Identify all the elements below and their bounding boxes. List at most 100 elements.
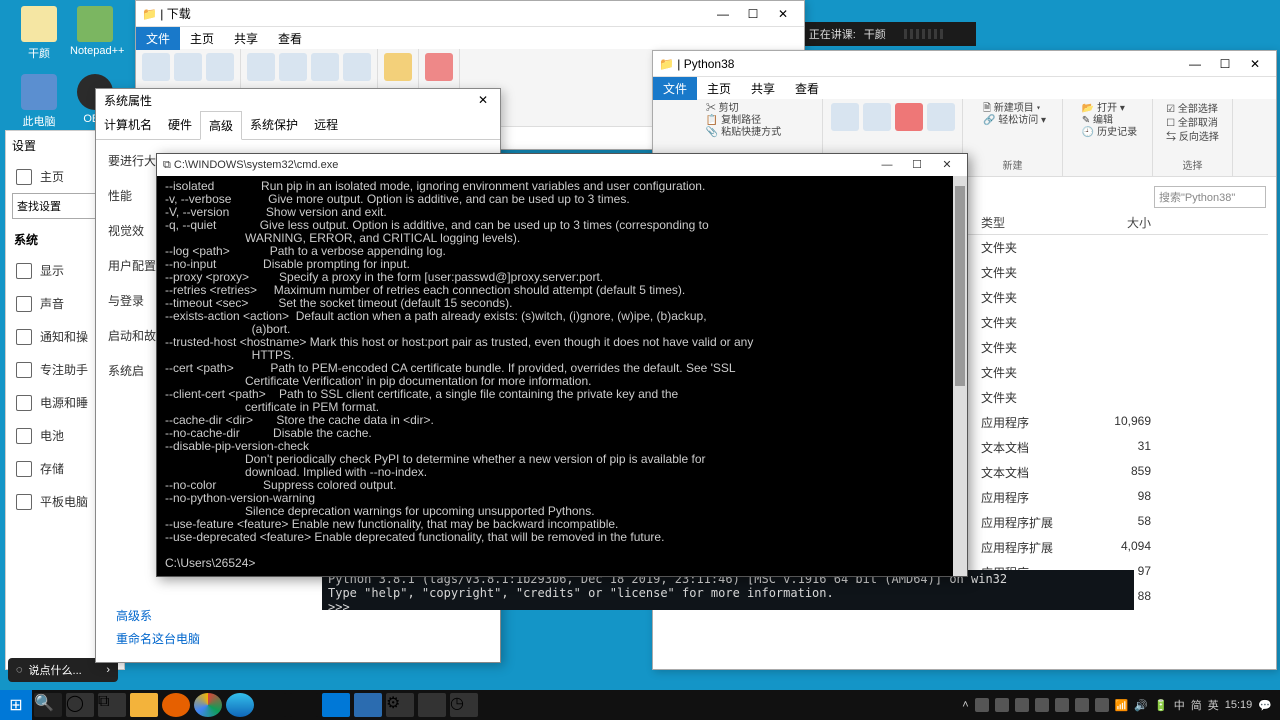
taskbar[interactable]: ⊞ 🔍 ◯ ⧉ ⚙ ◷ ˄ 📶 🔊 🔋 中 简 英 <box>0 690 1280 720</box>
taskbar-firefox[interactable] <box>162 693 190 717</box>
tab-view[interactable]: 查看 <box>268 27 312 50</box>
nav-label: 主页 <box>40 168 64 185</box>
tab-home[interactable]: 主页 <box>697 77 741 100</box>
tab-3[interactable]: 系统保护 <box>242 111 306 139</box>
scrollbar-thumb[interactable] <box>955 186 965 386</box>
titlebar[interactable]: ⧉ C:\WINDOWS\system32\cmd.exe — ☐ ✕ <box>157 154 967 176</box>
volume-icon[interactable]: 🔊 <box>1134 699 1148 712</box>
titlebar[interactable]: 📁 | Python38 — ☐ ✕ <box>653 51 1276 77</box>
col-size[interactable]: 大小 <box>1081 214 1161 231</box>
copypath-button[interactable]: 📋 复制路径 <box>706 115 781 127</box>
delete-icon[interactable] <box>311 53 339 81</box>
tray-icon[interactable] <box>975 698 989 712</box>
maximize-button[interactable]: ☐ <box>738 4 768 24</box>
tray-icon[interactable] <box>1075 698 1089 712</box>
tab-view[interactable]: 查看 <box>785 77 829 100</box>
moveto-icon[interactable] <box>247 53 275 81</box>
pasteshortcut-button[interactable]: 📎 粘贴快捷方式 <box>706 127 781 139</box>
system-tray[interactable]: ˄ 📶 🔊 🔋 中 简 英 15:19 💬 <box>962 697 1280 713</box>
tray-chevron[interactable]: ˄ <box>962 699 968 711</box>
newfolder-icon[interactable] <box>384 53 412 81</box>
speaking-bar: 🎤 正在讲课: 干颜 <box>775 22 976 46</box>
tab-file[interactable]: 文件 <box>136 27 180 50</box>
advanced-link[interactable]: 高级系 <box>116 607 200 624</box>
moveto-icon[interactable] <box>831 103 859 131</box>
taskbar-app3[interactable]: ◷ <box>450 693 478 717</box>
close-button[interactable]: ✕ <box>1240 54 1270 74</box>
tab-2[interactable]: 高级 <box>200 111 242 140</box>
tray-icon[interactable] <box>1095 698 1109 712</box>
invert-button[interactable]: ⇆ 反向选择 <box>1166 131 1219 145</box>
tab-0[interactable]: 计算机名 <box>96 111 160 139</box>
terminal-output[interactable]: --isolated Run pip in an isolated mode, … <box>157 176 967 576</box>
history-button[interactable]: 🕘 历史记录 <box>1082 127 1137 139</box>
taskbar-vscode[interactable] <box>322 693 350 717</box>
ime-indicator[interactable]: 中 <box>1174 697 1185 713</box>
search-input[interactable]: 搜索"Python38" <box>1154 186 1266 208</box>
selectall-button[interactable]: ☑ 全部选择 <box>1166 103 1219 117</box>
taskbar-app1[interactable] <box>354 693 382 717</box>
taskbar-search[interactable]: 🔍 <box>34 693 62 717</box>
taskbar-chrome[interactable] <box>194 693 222 717</box>
rename-pc-link[interactable]: 重命名这台电脑 <box>116 630 200 647</box>
taskbar-taskview[interactable]: ⧉ <box>98 693 126 717</box>
clock[interactable]: 15:19 <box>1225 699 1253 711</box>
battery-icon[interactable]: 🔋 <box>1154 699 1168 712</box>
notifications-icon[interactable]: 💬 <box>1258 699 1272 712</box>
properties-icon[interactable] <box>425 53 453 81</box>
minimize-button[interactable]: — <box>708 4 738 24</box>
tab-share[interactable]: 共享 <box>741 77 785 100</box>
close-button[interactable]: ✕ <box>474 93 492 107</box>
paste-icon[interactable] <box>206 53 234 81</box>
rename-icon[interactable] <box>927 103 955 131</box>
ime-indicator[interactable]: 英 <box>1208 697 1219 713</box>
desktop-icon-notepadpp[interactable]: Notepad++ <box>70 6 120 57</box>
tab-home[interactable]: 主页 <box>180 27 224 50</box>
scrollbar[interactable] <box>953 176 967 576</box>
taskbar-cortana[interactable]: ◯ <box>66 693 94 717</box>
close-button[interactable]: ✕ <box>768 4 798 24</box>
taskbar-explorer[interactable] <box>130 693 158 717</box>
close-button[interactable]: ✕ <box>933 156 961 174</box>
newitem-button[interactable]: 🗎 新建项目 ▾ <box>983 103 1046 115</box>
taskbar-app2[interactable] <box>418 693 446 717</box>
copyto-icon[interactable] <box>863 103 891 131</box>
tab-1[interactable]: 硬件 <box>160 111 200 139</box>
start-button[interactable]: ⊞ <box>0 690 32 720</box>
titlebar[interactable]: 系统属性✕ <box>96 89 500 111</box>
edit-button[interactable]: ✎ 编辑 <box>1082 115 1137 127</box>
network-icon[interactable]: 📶 <box>1115 699 1129 712</box>
ime-indicator[interactable]: 简 <box>1191 697 1202 713</box>
desktop-icon-ganyan[interactable]: 干颜 <box>14 6 64 61</box>
desktop-icon-thispc[interactable]: 此电脑 <box>14 74 64 129</box>
maximize-button[interactable]: ☐ <box>1210 54 1240 74</box>
tab-file[interactable]: 文件 <box>653 77 697 100</box>
tab-4[interactable]: 远程 <box>306 111 346 139</box>
taskbar-edge[interactable] <box>226 693 254 717</box>
taskbar-pycharm[interactable] <box>290 693 318 717</box>
cmd-window[interactable]: ⧉ C:\WINDOWS\system32\cmd.exe — ☐ ✕ --is… <box>156 153 968 577</box>
taskbar-terminal[interactable] <box>258 693 286 717</box>
pin-icon[interactable] <box>142 53 170 81</box>
col-type[interactable]: 类型 <box>981 214 1081 231</box>
rename-icon[interactable] <box>343 53 371 81</box>
minimize-button[interactable]: — <box>1180 54 1210 74</box>
maximize-button[interactable]: ☐ <box>903 156 931 174</box>
home-icon <box>16 169 32 185</box>
minimize-button[interactable]: — <box>873 156 901 174</box>
copyto-icon[interactable] <box>279 53 307 81</box>
tab-share[interactable]: 共享 <box>224 27 268 50</box>
titlebar[interactable]: 📁 | 下载 — ☐ ✕ <box>136 1 804 27</box>
setting-icon <box>16 494 32 510</box>
tray-icon[interactable] <box>1035 698 1049 712</box>
copy-icon[interactable] <box>174 53 202 81</box>
tray-icon[interactable] <box>1055 698 1069 712</box>
taskbar-settings[interactable]: ⚙ <box>386 693 414 717</box>
tray-icon[interactable] <box>995 698 1009 712</box>
easyaccess-button[interactable]: 🔗 轻松访问 ▾ <box>983 115 1046 127</box>
delete-icon[interactable] <box>895 103 923 131</box>
selectnone-button[interactable]: ☐ 全部取消 <box>1166 117 1219 131</box>
tray-icon[interactable] <box>1015 698 1029 712</box>
cut-button[interactable]: ✂ 剪切 <box>706 103 781 115</box>
open-button[interactable]: 📂 打开 ▾ <box>1082 103 1137 115</box>
